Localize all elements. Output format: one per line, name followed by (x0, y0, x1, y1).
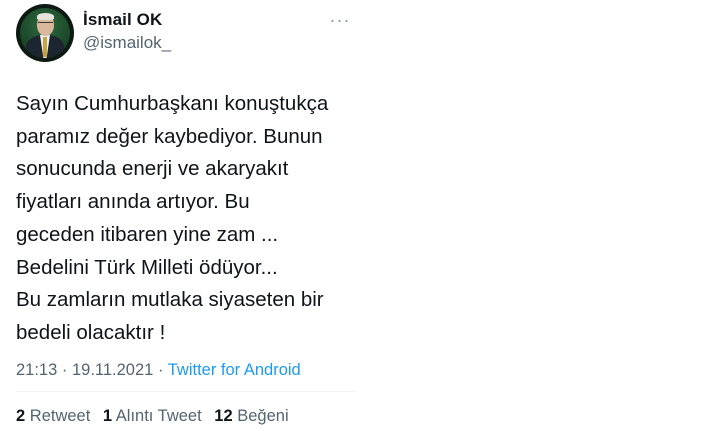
divider (16, 391, 356, 392)
like-count-number: 12 (214, 407, 233, 425)
like-count-label: Beğeni (237, 407, 289, 425)
meta-separator: · (61, 361, 68, 379)
tweet-date[interactable]: 19.11.2021 (72, 361, 153, 379)
tweet-stats: 2 Retweet 1 Alıntı Tweet 12 Beğeni (16, 407, 297, 426)
tweet-meta: 21:13 · 19.11.2021 · Twitter for Android (16, 361, 301, 380)
more-horizontal-icon[interactable]: ··· (328, 10, 352, 30)
quote-tweet-count-label: Alıntı Tweet (115, 407, 202, 425)
quote-tweet-count-number: 1 (102, 407, 113, 425)
author-handle[interactable]: @ismailok_ (83, 33, 171, 53)
author-display-name[interactable]: İsmail OK (83, 10, 162, 30)
like-count[interactable]: 12 Beğeni (214, 407, 288, 425)
meta-separator: · (157, 361, 164, 379)
retweet-count-number: 2 (16, 407, 26, 425)
avatar-tie (43, 37, 47, 57)
retweet-count[interactable]: 2 Retweet (16, 407, 90, 425)
tweet-time[interactable]: 21:13 (16, 361, 57, 379)
quote-tweet-count[interactable]: 1 Alıntı Tweet (103, 407, 202, 425)
tweet-source-link[interactable]: Twitter for Android (168, 361, 301, 379)
avatar-hair (37, 13, 54, 20)
retweet-count-label: Retweet (29, 407, 91, 425)
avatar[interactable] (16, 4, 74, 62)
tweet: İsmail OK @ismailok_ ··· Sayın Cumhurbaş… (0, 0, 706, 431)
tweet-text: Sayın Cumhurbaşkanı konuştukça paramız d… (16, 92, 329, 344)
avatar-glasses (38, 22, 53, 26)
avatar-photo (20, 8, 70, 58)
